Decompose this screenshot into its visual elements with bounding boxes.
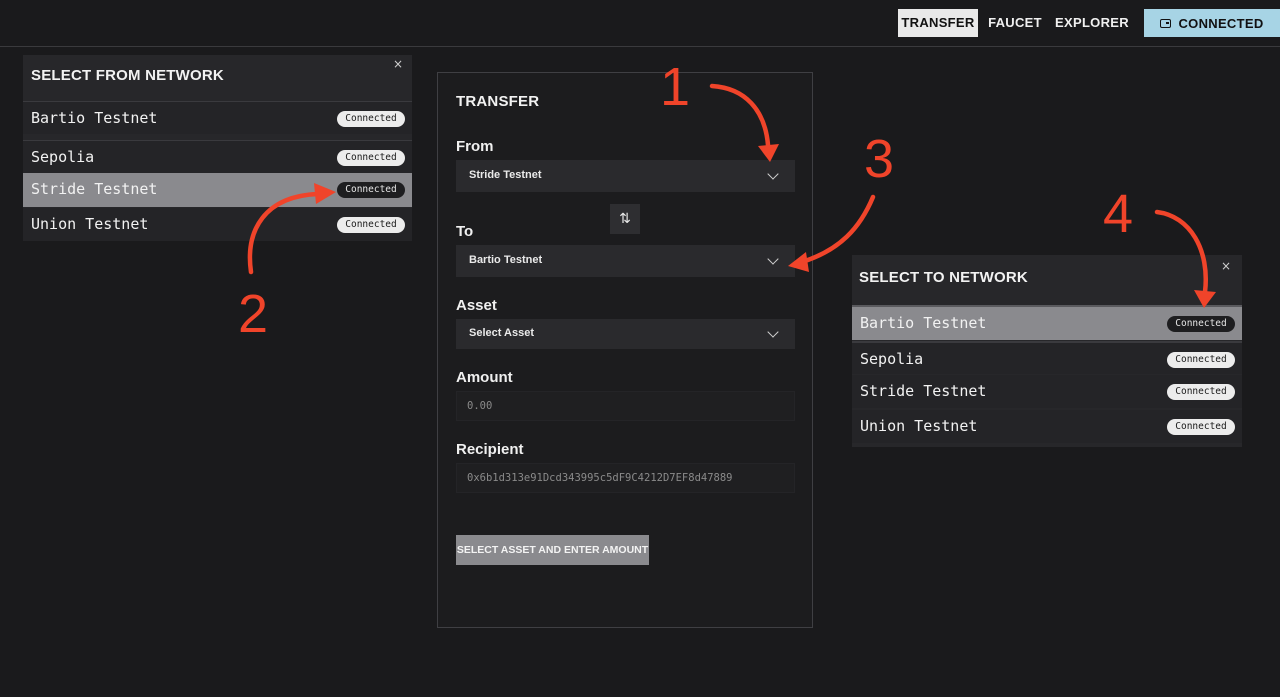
annotation-number-2: 2 (238, 284, 269, 344)
recipient-input[interactable]: 0x6b1d313e91Dcd343995c5dF9C4212D7EF8d478… (456, 463, 795, 493)
network-name: Sepolia (31, 148, 95, 166)
to-network-row-union[interactable]: Union Testnet Connected (852, 410, 1242, 443)
network-name: Stride Testnet (860, 382, 987, 400)
from-network-row-union[interactable]: Union Testnet Connected (23, 208, 412, 241)
status-badge: Connected (1167, 419, 1235, 435)
network-name: Stride Testnet (31, 180, 158, 198)
nav-faucet-tab[interactable]: FAUCET (985, 9, 1045, 37)
swap-icon: ⇅ (619, 211, 631, 227)
network-name: Bartio Testnet (860, 314, 987, 332)
status-badge: Connected (1167, 316, 1235, 332)
close-icon[interactable]: × (391, 57, 405, 71)
select-from-network-panel: SELECT FROM NETWORK × Bartio Testnet Con… (23, 55, 412, 241)
from-label: From (456, 138, 494, 155)
from-panel-title: SELECT FROM NETWORK (31, 67, 224, 84)
transfer-card: TRANSFER From Stride Testnet ⇅ To Bartio… (437, 72, 813, 628)
connected-wallet-button[interactable]: CONNECTED (1144, 9, 1280, 37)
chevron-down-icon (767, 253, 779, 265)
network-name: Union Testnet (860, 417, 978, 435)
to-label: To (456, 223, 474, 240)
asset-value: Select Asset (469, 327, 535, 339)
status-badge: Connected (337, 182, 405, 198)
network-name: Union Testnet (31, 215, 149, 233)
asset-label: Asset (456, 297, 497, 314)
nav-explorer-tab[interactable]: EXPLORER (1054, 9, 1130, 37)
annotation-number-4: 4 (1103, 184, 1134, 244)
to-network-row-stride[interactable]: Stride Testnet Connected (852, 375, 1242, 408)
to-network-value: Bartio Testnet (469, 254, 543, 266)
submit-transfer-button[interactable]: SELECT ASSET AND ENTER AMOUNT (456, 535, 649, 565)
nav-transfer-tab[interactable]: TRANSFER (898, 9, 978, 37)
status-badge: Connected (1167, 352, 1235, 368)
annotation-number-1: 1 (660, 57, 691, 117)
network-name: Bartio Testnet (31, 109, 158, 127)
to-network-select[interactable]: Bartio Testnet (456, 245, 795, 277)
network-name: Sepolia (860, 350, 924, 368)
from-network-select[interactable]: Stride Testnet (456, 160, 795, 192)
from-network-row-bartio[interactable]: Bartio Testnet Connected (23, 101, 412, 134)
amount-input[interactable]: 0.00 (456, 391, 795, 421)
chevron-down-icon (767, 168, 779, 180)
swap-networks-button[interactable]: ⇅ (610, 204, 640, 234)
amount-label: Amount (456, 369, 513, 386)
to-panel-title: SELECT TO NETWORK (859, 269, 1028, 286)
wallet-icon (1160, 18, 1172, 28)
select-to-network-panel: SELECT TO NETWORK × Bartio Testnet Conne… (852, 255, 1242, 447)
status-badge: Connected (337, 150, 405, 166)
recipient-label: Recipient (456, 441, 524, 458)
status-badge: Connected (1167, 384, 1235, 400)
close-icon[interactable]: × (1219, 259, 1233, 273)
chevron-down-icon (767, 326, 779, 338)
asset-select[interactable]: Select Asset (456, 319, 795, 349)
from-network-value: Stride Testnet (469, 169, 542, 181)
to-network-row-sepolia[interactable]: Sepolia Connected (852, 341, 1242, 374)
to-network-row-bartio[interactable]: Bartio Testnet Connected (852, 305, 1242, 340)
transfer-title: TRANSFER (456, 93, 540, 110)
connected-label: CONNECTED (1178, 15, 1264, 31)
status-badge: Connected (337, 217, 405, 233)
status-badge: Connected (337, 111, 405, 127)
from-network-row-sepolia[interactable]: Sepolia Connected (23, 140, 412, 173)
annotation-number-3: 3 (864, 129, 895, 189)
top-nav-bar: TRANSFER FAUCET EXPLORER CONNECTED (0, 0, 1280, 47)
from-network-row-stride[interactable]: Stride Testnet Connected (23, 173, 412, 207)
